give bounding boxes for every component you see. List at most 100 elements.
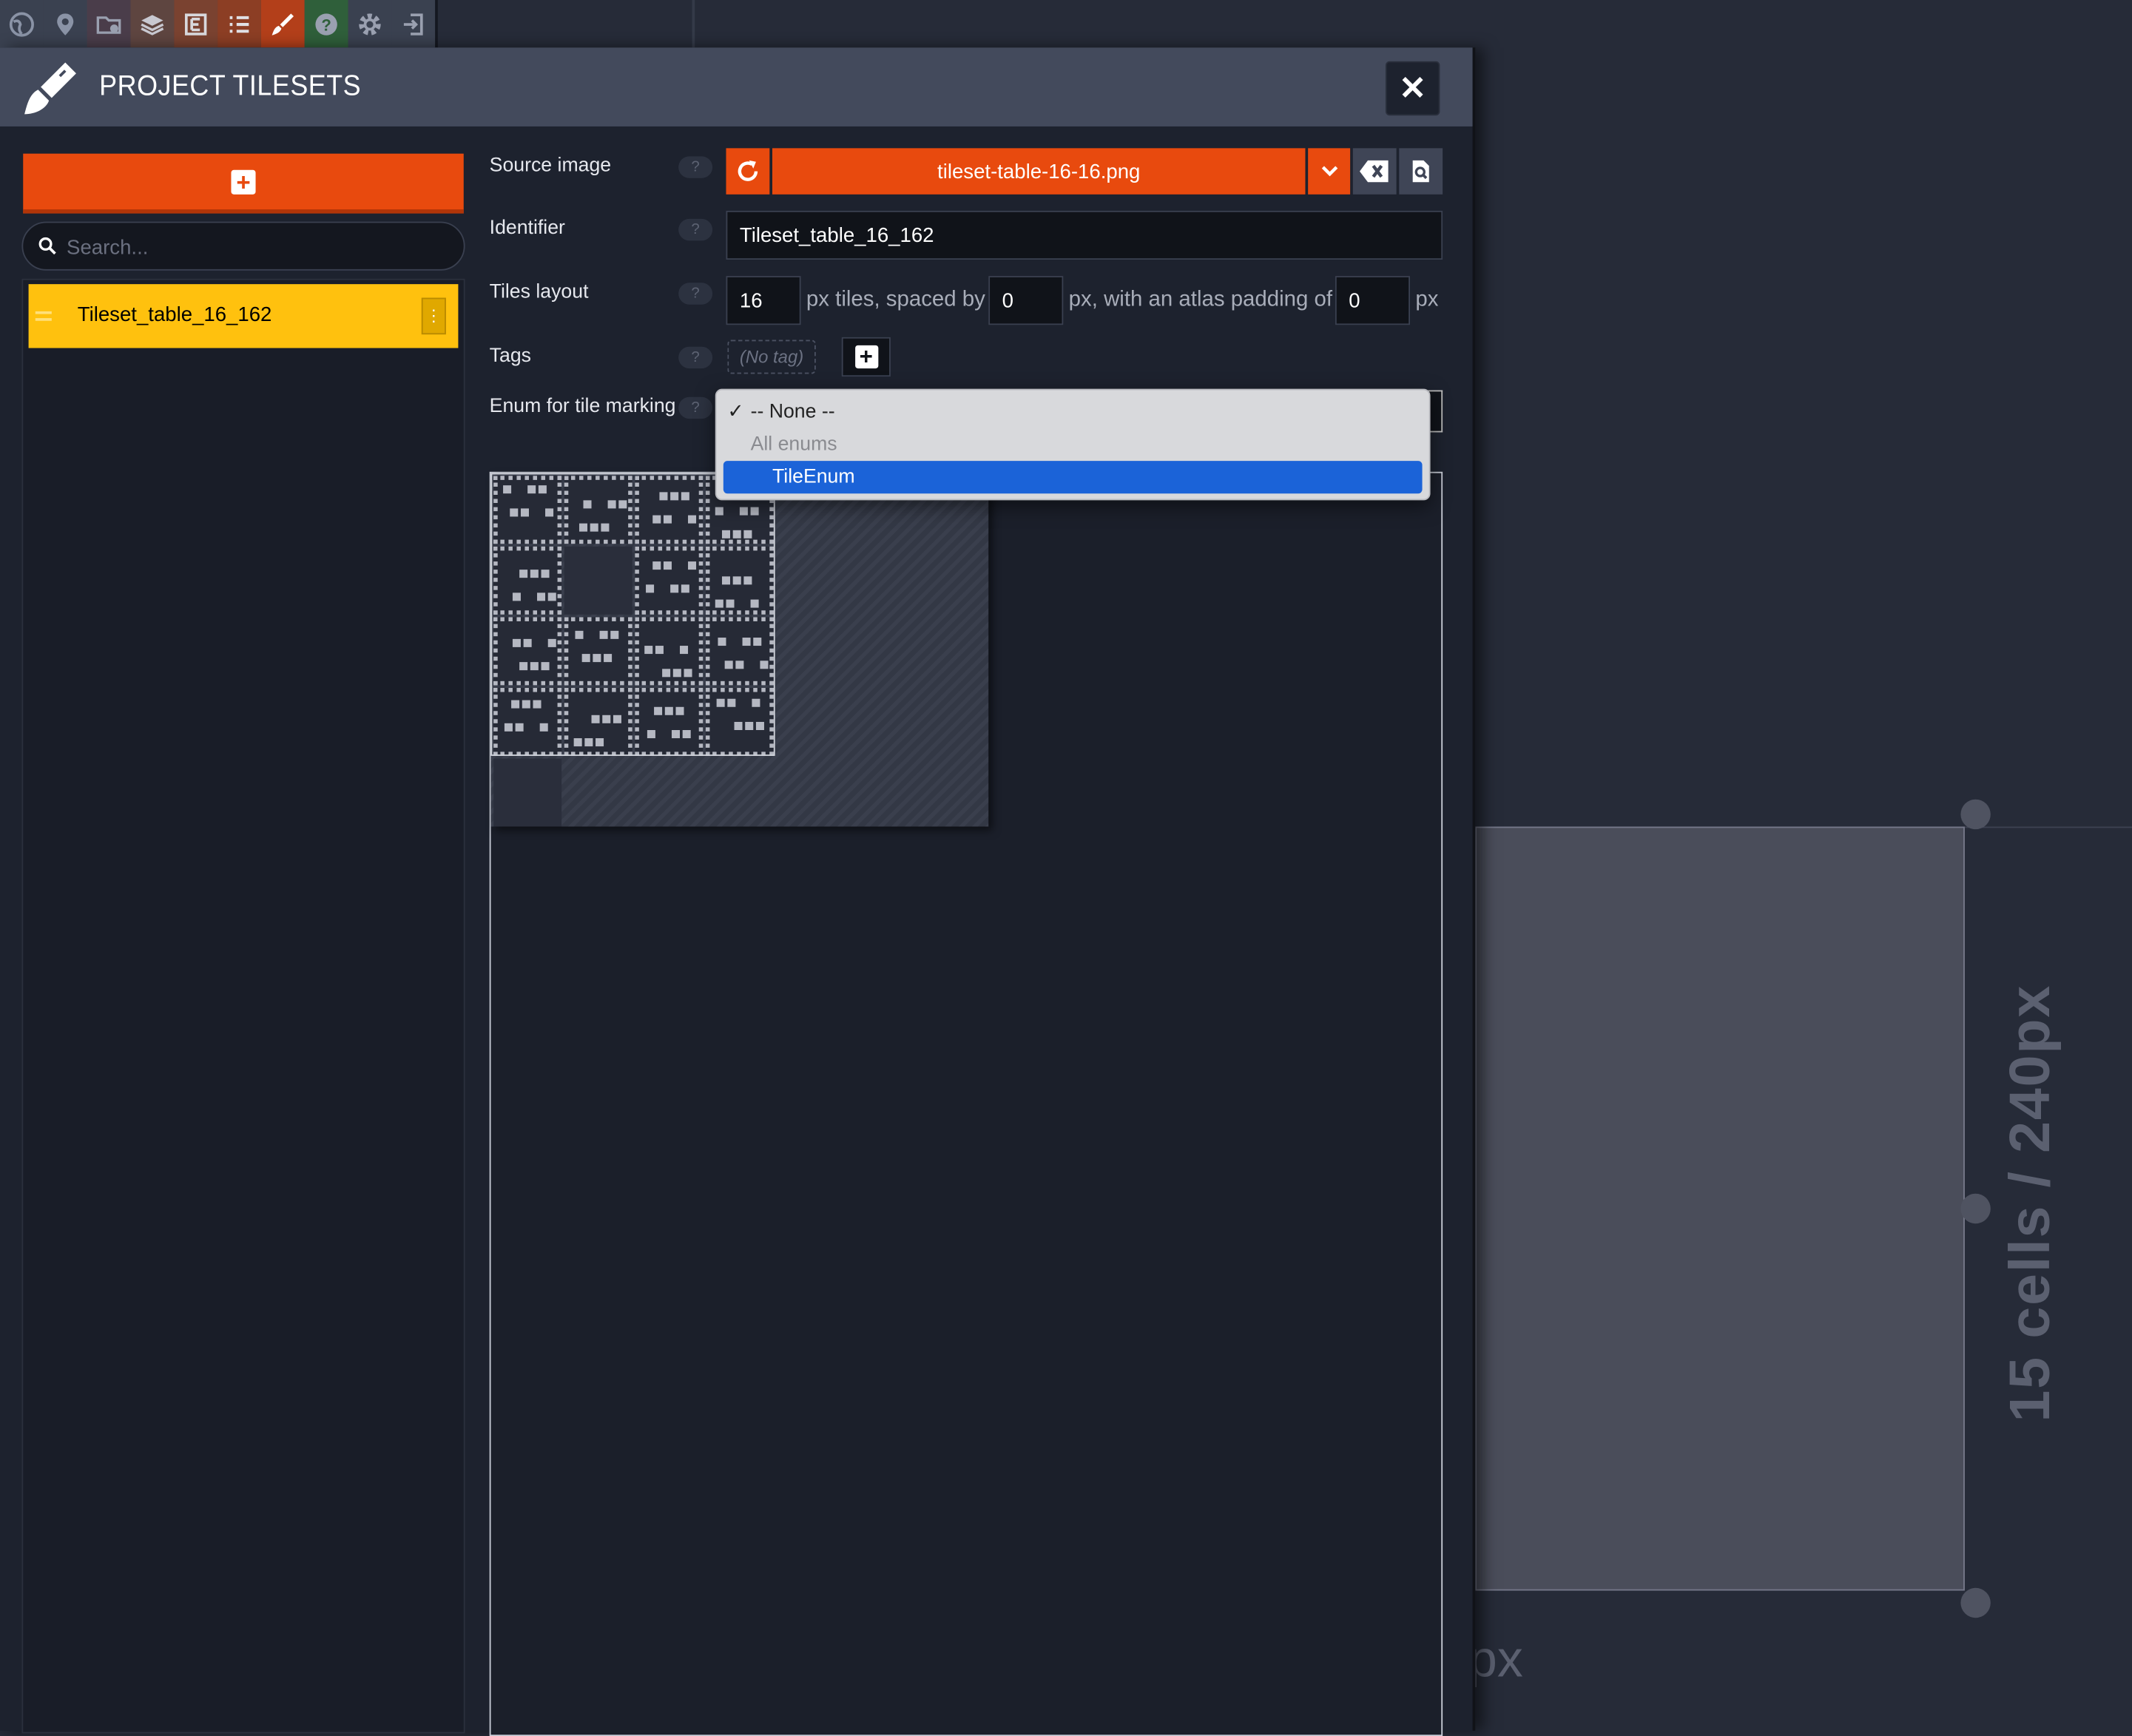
- tile[interactable]: [564, 617, 632, 686]
- plus-icon: +: [854, 345, 878, 369]
- tile-pixel: [523, 638, 532, 647]
- tile[interactable]: [493, 688, 562, 756]
- tile[interactable]: [635, 688, 704, 756]
- tile-pixel: [672, 669, 681, 678]
- option-tileenum[interactable]: TileEnum: [717, 461, 1429, 493]
- pin-icon[interactable]: [43, 0, 87, 48]
- help-icon[interactable]: ?: [304, 0, 348, 48]
- tile-pixel: [732, 530, 741, 538]
- option-group-all-enums: All enums: [750, 433, 837, 456]
- search-file-icon: [1412, 160, 1429, 183]
- tile[interactable]: [635, 476, 704, 544]
- tile-pixel: [618, 500, 627, 509]
- tile[interactable]: [705, 688, 774, 756]
- resize-handle[interactable]: [1960, 1587, 1991, 1618]
- list-item[interactable]: Tileset_table_16_162 ⋮: [28, 284, 459, 348]
- enum-label: Enum for tile marking: [489, 395, 676, 418]
- tile-pixel: [654, 706, 663, 715]
- option-none[interactable]: ✓ -- None --: [717, 396, 1429, 428]
- tile-pixel: [602, 715, 611, 723]
- tile-pixel: [682, 730, 691, 739]
- tile-pixel: [541, 570, 550, 578]
- tile-pixel: [732, 576, 741, 585]
- tile-pixel: [715, 507, 723, 516]
- list-icon[interactable]: [217, 0, 261, 48]
- help-icon[interactable]: ?: [678, 283, 713, 305]
- tile-pixel: [604, 654, 613, 663]
- tags-label: Tags: [489, 345, 531, 368]
- source-image-label: Source image: [489, 155, 612, 177]
- search-icon: [38, 237, 56, 255]
- remove-image-button[interactable]: [1352, 148, 1397, 195]
- tile-pixel: [515, 723, 524, 732]
- tile[interactable]: [493, 476, 562, 544]
- enum-dropdown: ✓ -- None -- All enums TileEnum: [715, 388, 1431, 501]
- tile[interactable]: [635, 617, 704, 686]
- tile-pixel: [512, 592, 521, 601]
- tile-pixel: [537, 592, 546, 601]
- item-menu-button[interactable]: ⋮: [421, 297, 446, 335]
- tile-pixel: [721, 530, 731, 538]
- source-dropdown-button[interactable]: [1308, 148, 1351, 195]
- help-icon[interactable]: ?: [678, 396, 713, 419]
- layers-icon[interactable]: [130, 0, 175, 48]
- tile-pixel: [734, 721, 743, 731]
- search-field[interactable]: [21, 221, 465, 272]
- check-icon: ✓: [727, 401, 744, 423]
- resize-handle[interactable]: [1960, 1193, 1991, 1224]
- help-icon[interactable]: ?: [678, 346, 713, 369]
- help-icon[interactable]: ?: [678, 156, 713, 178]
- folder-settings-icon[interactable]: [87, 0, 131, 48]
- tile[interactable]: [493, 546, 562, 615]
- tile-pixel: [718, 638, 726, 646]
- world-icon[interactable]: [0, 0, 44, 48]
- brush-icon[interactable]: [260, 0, 305, 48]
- tile[interactable]: [493, 758, 562, 827]
- spacing-input[interactable]: 0: [988, 276, 1064, 325]
- reload-button[interactable]: [726, 148, 770, 195]
- tile[interactable]: [564, 546, 632, 615]
- tile[interactable]: [705, 546, 774, 615]
- tile-pixel: [688, 515, 697, 524]
- tile-pixel: [742, 638, 751, 646]
- add-tileset-button[interactable]: +: [23, 153, 464, 214]
- level-height-label: 15 cells / 240px: [1997, 984, 2062, 1422]
- gear-icon[interactable]: [348, 0, 392, 48]
- tile-pixel: [670, 492, 679, 501]
- tile[interactable]: [705, 617, 774, 686]
- exit-icon[interactable]: [391, 0, 436, 48]
- tile-pixel: [662, 669, 671, 678]
- tile-pixel: [593, 654, 601, 663]
- tileset-atlas[interactable]: [490, 473, 989, 827]
- identifier-input[interactable]: Tileset_table_16_162: [726, 210, 1443, 260]
- tile[interactable]: [564, 476, 632, 544]
- tile-pixel: [530, 662, 539, 671]
- close-button[interactable]: ✕: [1385, 61, 1440, 116]
- tile-pixel: [655, 646, 664, 655]
- add-tag-button[interactable]: +: [841, 337, 891, 377]
- locate-image-button[interactable]: [1399, 148, 1443, 195]
- tile-pixel: [724, 661, 733, 669]
- px-text: px: [1415, 288, 1439, 311]
- tile-pixel: [716, 698, 725, 707]
- search-input[interactable]: [64, 223, 451, 272]
- entity-icon[interactable]: [174, 0, 218, 48]
- tile[interactable]: [564, 688, 632, 756]
- tile-pixel: [583, 500, 592, 509]
- resize-handle[interactable]: [1960, 799, 1991, 830]
- source-file-button[interactable]: tileset-table-16-16.png: [772, 148, 1306, 195]
- tile-pixel: [750, 599, 759, 608]
- tile[interactable]: [493, 617, 562, 686]
- tile-pixel: [664, 706, 673, 715]
- drag-handle-icon[interactable]: [35, 311, 52, 321]
- tile-pixel: [663, 561, 672, 570]
- help-icon[interactable]: ?: [678, 218, 713, 241]
- padding-input[interactable]: 0: [1335, 276, 1411, 325]
- toolbar-divider: [435, 0, 438, 48]
- tile-pixel: [743, 576, 752, 585]
- tile-pixel: [726, 599, 735, 608]
- tile-pixel: [739, 507, 748, 516]
- tile-size-input[interactable]: 16: [726, 276, 801, 325]
- no-tag-placeholder: (No tag): [727, 340, 816, 374]
- tile[interactable]: [635, 546, 704, 615]
